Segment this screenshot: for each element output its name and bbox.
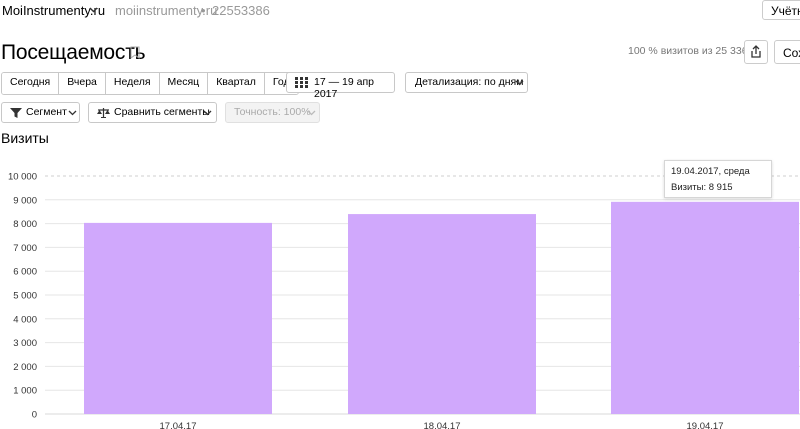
y-tick-label: 6 000 [13,267,37,278]
top-bar: MoiInstrumenty.ru moiinstrumenty.ru • 22… [0,0,800,24]
chart-title: Визиты [1,130,49,146]
bookmark-icon[interactable] [130,46,140,59]
y-tick-label: 3 000 [13,338,37,349]
chevron-down-icon[interactable] [89,7,98,13]
y-tick-label: 9 000 [13,195,37,206]
y-tick-label: 8 000 [13,219,37,230]
x-axis-ticks: 17.04.17 18.04.17 19.04.17 [160,421,724,429]
period-month[interactable]: Месяц [159,73,209,94]
export-button[interactable] [744,40,768,64]
x-tick-label: 17.04.17 [160,421,197,429]
separator-dot: • [201,3,206,18]
bar-19.04.17[interactable] [611,201,799,414]
detail-dropdown[interactable]: Детализация: по дням [405,72,528,93]
calendar-icon [295,77,308,88]
segment-button[interactable]: Сегмент [1,102,80,123]
period-today[interactable]: Сегодня [2,73,60,94]
date-range-button[interactable]: 17 — 19 апр 2017 [286,72,395,100]
scales-icon [97,108,110,118]
y-axis-ticks: 0 1 000 2 000 3 000 4 000 5 000 6 000 7 000 8 00… [8,172,37,421]
y-tick-label: 1 000 [13,386,37,397]
y-tick-label: 4 000 [13,314,37,325]
y-tick-label: 10 000 [8,172,37,183]
chevron-down-icon [203,110,212,116]
share-icon [751,45,761,58]
accuracy-label: Точность: 100% [234,106,311,118]
compare-label: Сравнить сегменты [114,106,210,118]
tooltip-value: Визиты: 8 915 [671,182,733,193]
accuracy-dropdown[interactable]: Точность: 100% [225,102,320,123]
x-tick-label: 19.04.17 [687,421,724,429]
chevron-down-icon [515,80,524,86]
chevron-down-icon [68,110,77,116]
visits-share-note: 100 % визитов из 25 336 [628,45,748,57]
chevron-down-icon [307,110,316,116]
period-yesterday[interactable]: Вчера [59,73,106,94]
account-button[interactable]: Учётна [762,0,800,20]
bar-18.04.17[interactable] [348,214,536,414]
chart-tooltip: 19.04.2017, среда Визиты: 8 915 [664,160,772,198]
y-tick-label: 5 000 [13,291,37,302]
segment-label: Сегмент [26,106,67,118]
bar-17.04.17[interactable] [84,222,272,414]
period-week[interactable]: Неделя [105,73,160,94]
x-tick-label: 18.04.17 [424,421,461,429]
y-tick-label: 0 [32,410,37,421]
period-quarter[interactable]: Квартал [208,73,265,94]
compare-segments-button[interactable]: Сравнить сегменты [88,102,217,123]
period-selector: Сегодня Вчера Неделя Месяц Квартал Год [1,72,299,95]
filter-icon [10,108,22,118]
date-range-label: 17 — 19 апр 2017 [314,76,374,100]
detail-label: Детализация: по дням [415,76,524,88]
chart-bars [84,201,799,414]
y-tick-label: 2 000 [13,362,37,373]
y-tick-label: 7 000 [13,243,37,254]
page-title: Посещаемость [1,41,146,64]
save-button[interactable]: Сох [774,40,800,64]
tooltip-date: 19.04.2017, среда [671,166,750,177]
counter-id: 22553386 [212,3,270,18]
